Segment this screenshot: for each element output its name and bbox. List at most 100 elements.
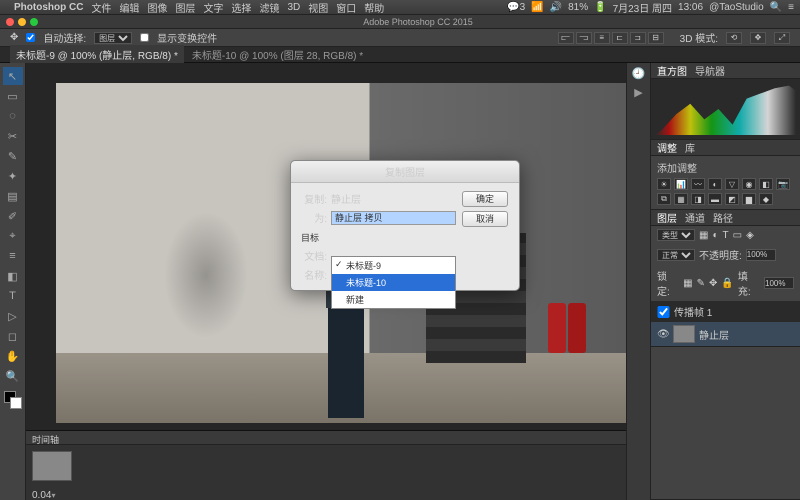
3d-dolly-button[interactable]: ⤢ xyxy=(774,32,790,44)
tab-paths[interactable]: 路径 xyxy=(713,210,733,225)
opacity-input[interactable] xyxy=(746,249,776,261)
propagate-frame-checkbox[interactable] xyxy=(657,306,670,318)
menu-file[interactable]: 文件 xyxy=(91,0,111,15)
3d-orbit-button[interactable]: ⟲ xyxy=(726,32,742,44)
lock-transparency-icon[interactable]: ▦ xyxy=(683,278,692,289)
spotlight-icon[interactable]: 🔍 xyxy=(770,2,782,13)
wechat-icon[interactable]: 💬3 xyxy=(507,2,525,13)
menu-3d[interactable]: 3D xyxy=(287,2,300,13)
posterize-icon[interactable]: ▬ xyxy=(708,193,722,205)
date-label[interactable]: 7月23日 周四 xyxy=(613,0,672,15)
align-button[interactable]: ⊏ xyxy=(612,32,628,44)
filter-shape-icon[interactable]: ▭ xyxy=(733,230,742,241)
lock-all-icon[interactable]: 🔒 xyxy=(721,278,733,289)
app-name[interactable]: Photoshop CC xyxy=(14,2,83,13)
actions-icon[interactable]: ▶ xyxy=(634,86,642,99)
auto-select-dropdown[interactable]: 图层 xyxy=(94,32,132,44)
volume-icon[interactable]: 🔊 xyxy=(550,2,562,13)
menu-list-icon[interactable]: ≡ xyxy=(788,2,794,13)
filter-adjust-icon[interactable]: ◐ xyxy=(712,230,718,241)
menu-type[interactable]: 文字 xyxy=(203,0,223,15)
eyedropper-tool[interactable]: ✎ xyxy=(3,147,23,165)
zoom-tool[interactable]: 🔍 xyxy=(3,367,23,385)
hue-icon[interactable]: ◉ xyxy=(742,178,756,190)
shape-tool[interactable]: ◻ xyxy=(3,327,23,345)
exposure-icon[interactable]: ◐ xyxy=(708,178,722,190)
fill-input[interactable] xyxy=(764,277,794,289)
align-button[interactable]: ⫍ xyxy=(558,32,574,44)
3d-pan-button[interactable]: ✥ xyxy=(750,32,766,44)
menu-help[interactable]: 帮助 xyxy=(364,0,384,15)
ok-button[interactable]: 确定 xyxy=(462,191,508,207)
selective-color-icon[interactable]: ◆ xyxy=(759,193,773,205)
brush-tool[interactable]: ▤ xyxy=(3,187,23,205)
lasso-tool[interactable]: ◌ xyxy=(3,107,23,125)
healing-tool[interactable]: ✦ xyxy=(3,167,23,185)
tab-adjustments[interactable]: 调整 xyxy=(657,140,677,155)
layer-name[interactable]: 静止层 xyxy=(699,327,729,342)
history-icon[interactable]: 🕘 xyxy=(632,67,646,80)
battery-percent[interactable]: 81% xyxy=(568,2,588,13)
menu-view[interactable]: 视图 xyxy=(308,0,328,15)
stamp-tool[interactable]: ✐ xyxy=(3,207,23,225)
user-label[interactable]: @TaoStudio xyxy=(709,2,764,13)
tab-navigator[interactable]: 导航器 xyxy=(695,63,725,78)
tab-histogram[interactable]: 直方图 xyxy=(657,63,687,78)
menu-image[interactable]: 图像 xyxy=(147,0,167,15)
lock-paint-icon[interactable]: ✎ xyxy=(697,278,705,289)
color-lookup-icon[interactable]: ▦ xyxy=(674,193,688,205)
frame-thumbnail[interactable] xyxy=(32,451,72,481)
invert-icon[interactable]: ◨ xyxy=(691,193,705,205)
battery-icon[interactable]: 🔋 xyxy=(594,2,606,13)
hand-tool[interactable]: ✋ xyxy=(3,347,23,365)
channel-mixer-icon[interactable]: ⧉ xyxy=(657,193,671,205)
close-window-button[interactable] xyxy=(6,18,14,26)
photo-filter-icon[interactable]: 📷 xyxy=(776,178,790,190)
auto-select-checkbox[interactable] xyxy=(26,33,35,42)
filter-smart-icon[interactable]: ◈ xyxy=(746,230,754,241)
menu-edit[interactable]: 编辑 xyxy=(119,0,139,15)
frame-duration[interactable]: 0.04 xyxy=(32,490,51,500)
document-tab[interactable]: 未标题-10 @ 100% (图层 28, RGB/8) * xyxy=(186,45,369,64)
type-tool[interactable]: T xyxy=(3,287,23,305)
zoom-window-button[interactable] xyxy=(30,18,38,26)
align-button[interactable]: ⊐ xyxy=(630,32,646,44)
color-swatch[interactable] xyxy=(4,391,22,409)
dropdown-option[interactable]: 未标题-10 xyxy=(332,274,455,291)
align-button[interactable]: ≡ xyxy=(594,32,610,44)
marquee-tool[interactable]: ▭ xyxy=(3,87,23,105)
curves-icon[interactable]: 〰 xyxy=(691,178,705,190)
layer-row[interactable]: 👁 静止层 xyxy=(651,322,800,347)
menu-select[interactable]: 选择 xyxy=(231,0,251,15)
align-button[interactable]: ⫎ xyxy=(576,32,592,44)
blend-mode-dropdown[interactable]: 正常 xyxy=(657,249,695,261)
vibrance-icon[interactable]: ▽ xyxy=(725,178,739,190)
tab-channels[interactable]: 通道 xyxy=(685,210,705,225)
dropdown-option[interactable]: 新建 xyxy=(332,291,455,308)
cancel-button[interactable]: 取消 xyxy=(462,211,508,227)
gradient-tool[interactable]: ≡ xyxy=(3,247,23,265)
tab-libraries[interactable]: 库 xyxy=(685,140,695,155)
move-tool[interactable]: ↖ xyxy=(3,67,23,85)
as-name-input[interactable] xyxy=(331,211,456,225)
wifi-icon[interactable]: 📶 xyxy=(531,2,543,13)
filter-pixel-icon[interactable]: ▦ xyxy=(699,230,708,241)
distribute-button[interactable]: ⊟ xyxy=(648,32,664,44)
layer-thumbnail[interactable] xyxy=(673,325,695,343)
lock-position-icon[interactable]: ✥ xyxy=(709,278,717,289)
minimize-window-button[interactable] xyxy=(18,18,26,26)
timeline-header[interactable]: 时间轴 xyxy=(26,431,626,445)
menu-layer[interactable]: 图层 xyxy=(175,0,195,15)
dropdown-option[interactable]: 未标题-9 xyxy=(332,257,455,274)
visibility-icon[interactable]: 👁 xyxy=(657,329,669,340)
document-tab[interactable]: 未标题-9 @ 100% (静止层, RGB/8) * xyxy=(10,45,184,64)
eraser-tool[interactable]: ⌖ xyxy=(3,227,23,245)
filter-type-icon[interactable]: T xyxy=(723,230,729,241)
gradient-map-icon[interactable]: ▆ xyxy=(742,193,756,205)
crop-tool[interactable]: ✂ xyxy=(3,127,23,145)
time-label[interactable]: 13:06 xyxy=(678,2,703,13)
menu-filter[interactable]: 滤镜 xyxy=(259,0,279,15)
bw-icon[interactable]: ◧ xyxy=(759,178,773,190)
dodge-tool[interactable]: ◧ xyxy=(3,267,23,285)
levels-icon[interactable]: 📊 xyxy=(674,178,688,190)
